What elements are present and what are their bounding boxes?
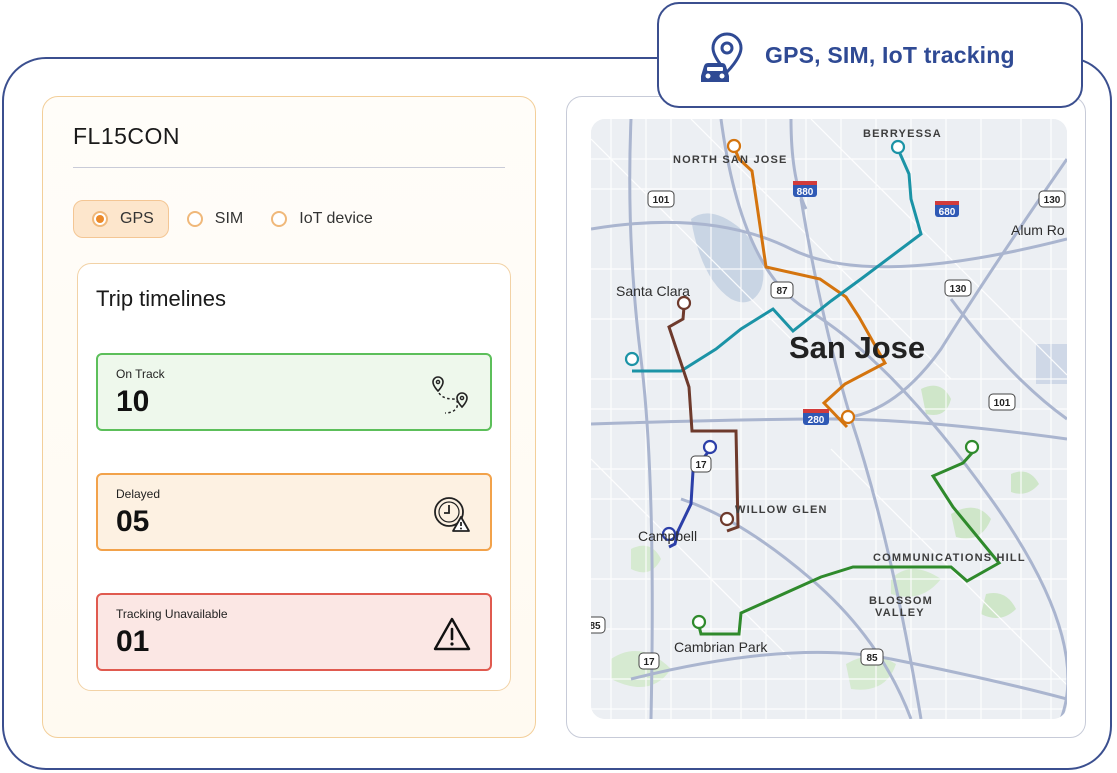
- map-label-north-san-jose: NORTH SAN JOSE: [673, 154, 788, 166]
- shield-280: 280: [803, 409, 829, 426]
- pin-orange-start: [726, 138, 742, 154]
- map-label-valley: VALLEY: [875, 607, 925, 619]
- clock-warning-icon: [434, 497, 470, 532]
- shield-85-bottom: 85: [860, 648, 884, 666]
- pin-blue-start: [702, 439, 718, 455]
- shield-101: 101: [647, 190, 675, 208]
- on-track-card[interactable]: On Track 10: [96, 353, 492, 431]
- shield-label: 101: [653, 195, 670, 206]
- pin-green-start: [964, 439, 980, 455]
- tracking-unavailable-card[interactable]: Tracking Unavailable 01: [96, 593, 492, 671]
- pin-teal-start: [890, 139, 906, 155]
- shield-label: 17: [643, 657, 655, 668]
- shield-label: 17: [695, 460, 707, 471]
- trip-timelines-card: Trip timelines On Track 10 Delayed 05 Tr…: [77, 263, 511, 691]
- map-label-blossom: BLOSSOM: [869, 595, 934, 607]
- radio-label: SIM: [214, 210, 244, 227]
- map-label-berryessa: BERRYESSA: [863, 128, 942, 140]
- badge-title: GPS, SIM, IoT tracking: [765, 42, 1015, 68]
- shield-130-top: 130: [1038, 190, 1066, 208]
- shield-label: 130: [1044, 195, 1061, 206]
- radio-iot-device[interactable]: IoT device: [271, 200, 373, 238]
- map-label-campbell: Campbell: [638, 528, 698, 544]
- radio-selected-icon: [92, 211, 108, 227]
- delayed-card[interactable]: Delayed 05: [96, 473, 492, 551]
- radio-gps[interactable]: GPS: [73, 200, 169, 238]
- on-track-count: 10: [116, 385, 150, 418]
- shield-label: 880: [797, 187, 814, 198]
- pin-teal-end: [624, 351, 640, 367]
- route-pins-icon: [432, 376, 468, 414]
- route-map[interactable]: 101 880 680 130 87 130 101 280 17 85 17 …: [591, 119, 1067, 719]
- radio-label: GPS: [120, 210, 154, 227]
- pin-green-end: [691, 614, 707, 630]
- delayed-count: 05: [116, 505, 150, 538]
- shield-17-bottom: 17: [638, 652, 660, 670]
- pin-orange-end: [840, 409, 856, 425]
- shield-880: 880: [793, 181, 817, 198]
- map-label-santa-clara: Santa Clara: [616, 283, 690, 299]
- map-label-san-jose: San Jose: [789, 330, 926, 365]
- shield-17-top: 17: [690, 455, 712, 473]
- vehicle-id: FL15CON: [73, 123, 181, 149]
- vehicle-panel: FL15CON GPS SIM IoT device Trip timeline…: [42, 96, 536, 738]
- shield-label: 280: [808, 415, 825, 426]
- map-label-willow-glen: WILLOW GLEN: [735, 504, 828, 516]
- on-track-label: On Track: [116, 367, 165, 381]
- shield-label: 130: [950, 284, 967, 295]
- shield-130-mid: 130: [944, 279, 972, 297]
- shield-680: 680: [935, 201, 959, 218]
- delayed-label: Delayed: [116, 487, 161, 501]
- tracking-badge: GPS, SIM, IoT tracking: [657, 2, 1083, 108]
- shield-87: 87: [770, 281, 794, 299]
- shield-label: 87: [776, 286, 788, 297]
- radio-label: IoT device: [299, 210, 373, 227]
- map-canvas: 101 880 680 130 87 130 101 280 17 85 17 …: [591, 119, 1067, 719]
- map-label-cambrian-park: Cambrian Park: [674, 639, 768, 655]
- car-location-pin-icon: [701, 32, 743, 82]
- map-label-alum-rock: Alum Ro: [1011, 222, 1065, 238]
- divider: [73, 167, 505, 168]
- map-label-communications-hill: COMMUNICATIONS HILL: [873, 552, 1026, 564]
- shield-label: 85: [866, 653, 878, 664]
- shield-101-right: 101: [988, 393, 1016, 411]
- map-panel: 101 880 680 130 87 130 101 280 17 85 17 …: [566, 96, 1086, 738]
- pin-brown-end: [719, 511, 735, 527]
- radio-sim[interactable]: SIM: [169, 200, 243, 238]
- tracking-unavailable-count: 01: [116, 625, 150, 658]
- shield-85-left: 85: [591, 616, 606, 634]
- tracking-mode-radio-group: GPS SIM IoT device: [73, 200, 373, 238]
- shield-label: 85: [591, 621, 601, 632]
- shield-label: 101: [994, 398, 1011, 409]
- warning-triangle-icon: [433, 617, 471, 651]
- shield-label: 680: [939, 207, 956, 218]
- radio-unselected-icon: [186, 211, 203, 227]
- radio-unselected-icon: [271, 211, 288, 227]
- tracking-unavailable-label: Tracking Unavailable: [116, 607, 228, 621]
- trip-timelines-title: Trip timelines: [96, 286, 226, 311]
